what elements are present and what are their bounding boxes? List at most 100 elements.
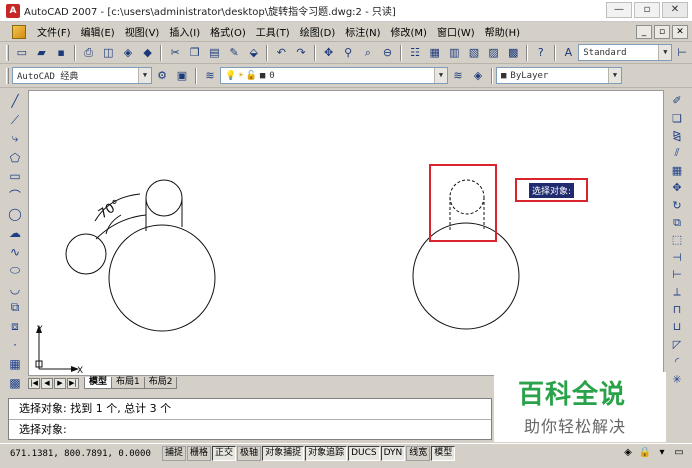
layer-select[interactable]: 💡 ☀ 🔓 ■ 0 ▼ (220, 67, 448, 84)
hatch-icon[interactable]: ▦ (6, 356, 24, 373)
ellipse-icon[interactable]: ⬭ (6, 262, 24, 279)
design-center-icon[interactable]: ▦ (426, 44, 444, 62)
grid-toggle[interactable]: 栅格 (187, 446, 212, 461)
drawing-minimize-button[interactable]: _ (636, 25, 652, 39)
tab-layout2[interactable]: 布局2 (143, 377, 178, 389)
status-menu-arrow-icon[interactable]: ▾ (655, 446, 669, 460)
dyn-toggle[interactable]: DYN (380, 446, 406, 461)
restore-button[interactable]: ▫ (634, 2, 660, 18)
workspace-save-icon[interactable]: ▣ (173, 67, 191, 85)
text-style-icon[interactable]: A (560, 44, 578, 62)
polar-toggle[interactable]: 极轴 (237, 446, 262, 461)
zoom-previous-icon[interactable]: ⊖ (379, 44, 397, 62)
menu-insert[interactable]: 插入(I) (164, 24, 205, 39)
match-properties-icon[interactable]: ✎ (225, 44, 243, 62)
toolbar-lock-icon[interactable]: 🔒 (638, 446, 652, 460)
toolbar-grip[interactable] (6, 67, 9, 84)
tool-palettes-icon[interactable]: ▥ (445, 44, 463, 62)
menu-modify[interactable]: 修改(M) (386, 24, 432, 39)
menu-help[interactable]: 帮助(H) (480, 24, 525, 39)
ellipse-arc-icon[interactable]: ◡ (6, 281, 24, 298)
large-circle-right[interactable] (412, 222, 520, 330)
point-icon[interactable]: · (6, 337, 24, 354)
redo-icon[interactable]: ↷ (292, 44, 310, 62)
lineweight-toggle[interactable]: 线宽 (406, 446, 431, 461)
rectangle-icon[interactable]: ▭ (6, 168, 24, 185)
menu-dimension[interactable]: 标注(N) (340, 24, 385, 39)
block-editor-icon[interactable]: ⬙ (245, 44, 263, 62)
paste-icon[interactable]: ▤ (206, 44, 224, 62)
model-paper-toggle[interactable]: 模型 (431, 446, 456, 461)
explode-icon[interactable]: ✳ (668, 372, 686, 387)
insert-block-icon[interactable]: ⧉ (6, 299, 24, 316)
fillet-icon[interactable]: ◜ (668, 354, 686, 369)
arc-icon[interactable]: ⌒ (6, 187, 24, 204)
small-circle-top[interactable] (145, 179, 183, 217)
ducs-toggle[interactable]: DUCS (348, 446, 380, 461)
make-block-icon[interactable]: ⧈ (6, 318, 24, 335)
erase-icon[interactable]: ✐ (668, 93, 686, 108)
break-icon[interactable]: ⊓ (668, 302, 686, 317)
close-button[interactable]: ✕ (662, 2, 688, 18)
previous-tab-button[interactable]: ◀ (41, 377, 53, 389)
drawing-area[interactable]: 70° Y X 选择对象: (28, 90, 664, 376)
layer-previous-icon[interactable]: ◈ (469, 67, 487, 85)
command-prompt-line[interactable]: 选择对象: (9, 419, 491, 439)
sheet-set-icon[interactable]: ▧ (465, 44, 483, 62)
workspace-select[interactable]: AutoCAD 经典 ▼ (12, 67, 152, 84)
menu-view[interactable]: 视图(V) (120, 24, 165, 39)
menu-tools[interactable]: 工具(T) (251, 24, 295, 39)
scale-icon[interactable]: ⧉ (668, 215, 686, 230)
polyline-icon[interactable]: ⤷ (6, 130, 24, 147)
color-select[interactable]: ■ ByLayer ▼ (496, 67, 622, 84)
print-preview-icon[interactable]: ◫ (99, 44, 117, 62)
chamfer-icon[interactable]: ◸ (668, 337, 686, 352)
rotate-icon[interactable]: ↻ (668, 197, 686, 212)
ortho-toggle[interactable]: 正交 (212, 446, 237, 461)
join-icon[interactable]: ⊔ (668, 319, 686, 334)
array-icon[interactable]: ▦ (668, 163, 686, 178)
minimize-button[interactable]: — (606, 2, 632, 18)
large-circle-left[interactable] (108, 224, 216, 332)
osnap-toggle[interactable]: 对象捕捉 (262, 446, 305, 461)
construction-line-icon[interactable]: ⟋ (6, 112, 24, 129)
otrack-toggle[interactable]: 对象追踪 (305, 446, 348, 461)
markup-icon[interactable]: ▨ (485, 44, 503, 62)
small-circle-rotated[interactable] (65, 233, 107, 275)
copy-icon[interactable]: ❐ (186, 44, 204, 62)
chevron-down-icon[interactable]: ▼ (608, 68, 621, 83)
properties-icon[interactable]: ☷ (406, 44, 424, 62)
print-icon[interactable]: ⎙ (80, 44, 98, 62)
move-icon[interactable]: ✥ (668, 180, 686, 195)
offset-icon[interactable]: ⫽ (668, 145, 686, 160)
open-file-icon[interactable]: ▰ (33, 44, 51, 62)
polygon-icon[interactable]: ⬠ (6, 149, 24, 166)
drawing-restore-button[interactable]: ▫ (654, 25, 670, 39)
trim-icon[interactable]: ⊣ (668, 250, 686, 265)
calculator-icon[interactable]: ▩ (504, 44, 522, 62)
drawing-close-button[interactable]: ✕ (672, 25, 688, 39)
text-style-select[interactable]: Standard ▼ (578, 44, 673, 61)
undo-icon[interactable]: ↶ (272, 44, 290, 62)
gradient-icon[interactable]: ▩ (6, 374, 24, 391)
clean-screen-icon[interactable]: ▭ (672, 446, 686, 460)
publish-icon[interactable]: ◈ (119, 44, 137, 62)
line-icon[interactable]: ╱ (6, 93, 24, 110)
tab-layout1[interactable]: 布局1 (111, 377, 145, 389)
tab-model[interactable]: 模型 (84, 377, 113, 389)
toolbar-grip[interactable] (6, 44, 9, 61)
new-file-icon[interactable]: ▭ (13, 44, 31, 62)
revision-cloud-icon[interactable]: ☁ (6, 224, 24, 241)
dimension-style-icon[interactable]: ⊢ (673, 44, 691, 62)
break-at-point-icon[interactable]: ⟂ (668, 284, 686, 299)
save-icon[interactable]: ▪ (52, 44, 70, 62)
copy-object-icon[interactable]: ❏ (668, 110, 686, 125)
stretch-icon[interactable]: ⬚ (668, 232, 686, 247)
mirror-icon[interactable]: ⧎ (668, 128, 686, 143)
snap-toggle[interactable]: 捕捉 (162, 446, 187, 461)
selected-small-circle[interactable] (449, 179, 485, 215)
workspace-settings-icon[interactable]: ⚙ (153, 67, 171, 85)
circle-icon[interactable]: ◯ (6, 206, 24, 223)
first-tab-button[interactable]: |◀ (28, 377, 40, 389)
cut-icon[interactable]: ✂ (166, 44, 184, 62)
